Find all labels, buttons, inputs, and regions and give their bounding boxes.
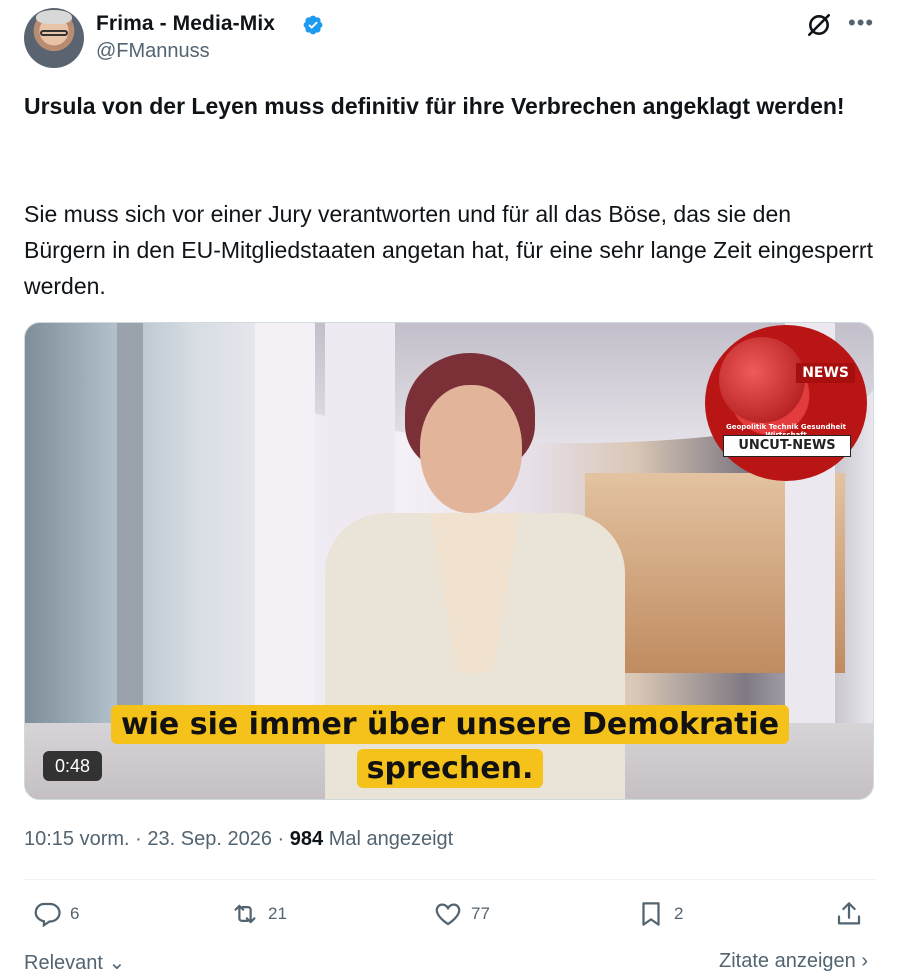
grok-icon[interactable] [806, 12, 832, 38]
globe-icon [719, 337, 805, 423]
video-caption: wie sie immer über unsere Demokratie [25, 705, 873, 744]
tweet-time[interactable]: 10:15 vorm. [24, 828, 130, 850]
chevron-right-icon: › [861, 950, 868, 972]
meta-separator: · [135, 828, 142, 850]
news-logo-name: UNCUT-NEWS [723, 435, 851, 457]
news-logo-tag: NEWS [796, 363, 855, 383]
chevron-down-icon: ⌄ [108, 952, 126, 974]
bookmark-count: 2 [674, 904, 684, 923]
bookmark-button[interactable]: 2 [636, 898, 683, 930]
heart-icon [435, 903, 461, 926]
meta-separator: · [277, 828, 285, 850]
sort-label: Relevant [24, 952, 103, 974]
tweet-date[interactable]: 23. Sep. 2026 [147, 828, 272, 850]
reply-button[interactable]: 6 [32, 898, 79, 930]
tweet-body: Sie muss sich vor einer Jury verantworte… [24, 201, 873, 299]
caption-line-1: wie sie immer über unsere Demokratie [110, 705, 790, 744]
views-label: Mal angezeigt [328, 828, 454, 850]
verified-badge-icon [303, 15, 323, 35]
display-name[interactable]: Frima - Media-Mix [96, 12, 275, 36]
reply-count: 6 [70, 904, 80, 923]
video-person [420, 385, 522, 513]
divider [24, 879, 876, 880]
news-logo: NEWS Geopolitik Technik Gesundheit Wirts… [705, 325, 867, 481]
view-quotes-label: Zitate anzeigen [719, 950, 856, 972]
like-count: 77 [471, 904, 490, 923]
bookmark-icon [642, 902, 660, 926]
video-player[interactable]: NEWS Geopolitik Technik Gesundheit Wirts… [24, 322, 874, 800]
repost-count: 21 [268, 904, 287, 923]
share-icon [837, 902, 861, 925]
like-button[interactable]: 77 [433, 898, 490, 930]
views-count: 984 [289, 828, 324, 850]
tweet-meta: 10:15 vorm. · 23. Sep. 2026 · 984 Mal an… [24, 828, 453, 851]
tweet-title: Ursula von der Leyen muss definitiv für … [24, 93, 845, 119]
video-caption: sprechen. [25, 749, 873, 788]
more-icon[interactable]: ••• [848, 12, 873, 36]
reply-icon [34, 902, 61, 928]
caption-line-2: sprechen. [356, 749, 544, 788]
share-button[interactable] [834, 898, 872, 930]
sort-dropdown[interactable]: Relevant ⌄ [24, 950, 125, 975]
repost-icon [234, 904, 256, 924]
view-quotes-link[interactable]: Zitate anzeigen › [719, 950, 868, 973]
tweet-header: Frima - Media-Mix @FMannuss ••• [24, 8, 876, 68]
avatar[interactable] [24, 8, 84, 68]
repost-button[interactable]: 21 [230, 898, 287, 930]
video-duration: 0:48 [43, 751, 103, 781]
handle[interactable]: @FMannuss [96, 40, 210, 63]
